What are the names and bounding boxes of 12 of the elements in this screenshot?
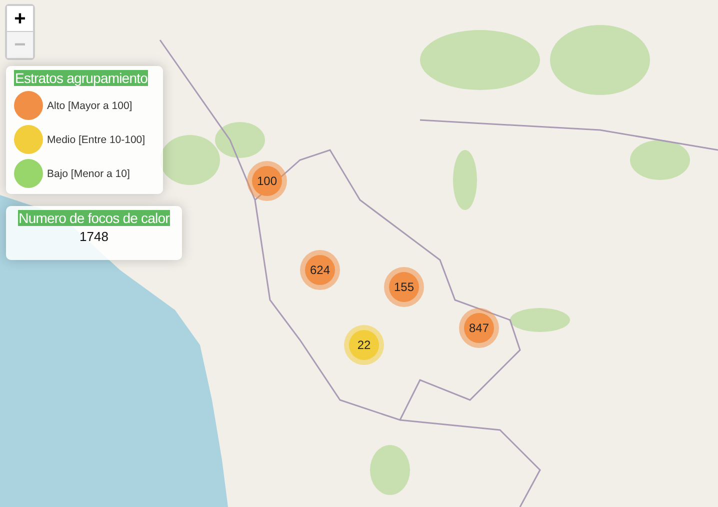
count-title: Numero de focos de calor xyxy=(18,210,170,226)
legend-label: Alto [Mayor a 100] xyxy=(47,100,132,112)
cluster-marker[interactable]: 22 xyxy=(344,325,384,365)
cluster-marker[interactable]: 155 xyxy=(384,267,424,307)
legend-title: Estratos agrupamiento xyxy=(14,70,148,86)
cluster-marker[interactable]: 100 xyxy=(247,161,287,201)
cluster-marker[interactable]: 847 xyxy=(459,308,499,348)
cluster-marker[interactable]: 624 xyxy=(300,250,340,290)
legend-label: Medio [Entre 10-100] xyxy=(47,134,146,146)
legend-label: Bajo [Menor a 10] xyxy=(47,168,130,180)
count-value: 1748 xyxy=(80,229,108,244)
zoom-in-button[interactable]: + xyxy=(7,6,33,32)
